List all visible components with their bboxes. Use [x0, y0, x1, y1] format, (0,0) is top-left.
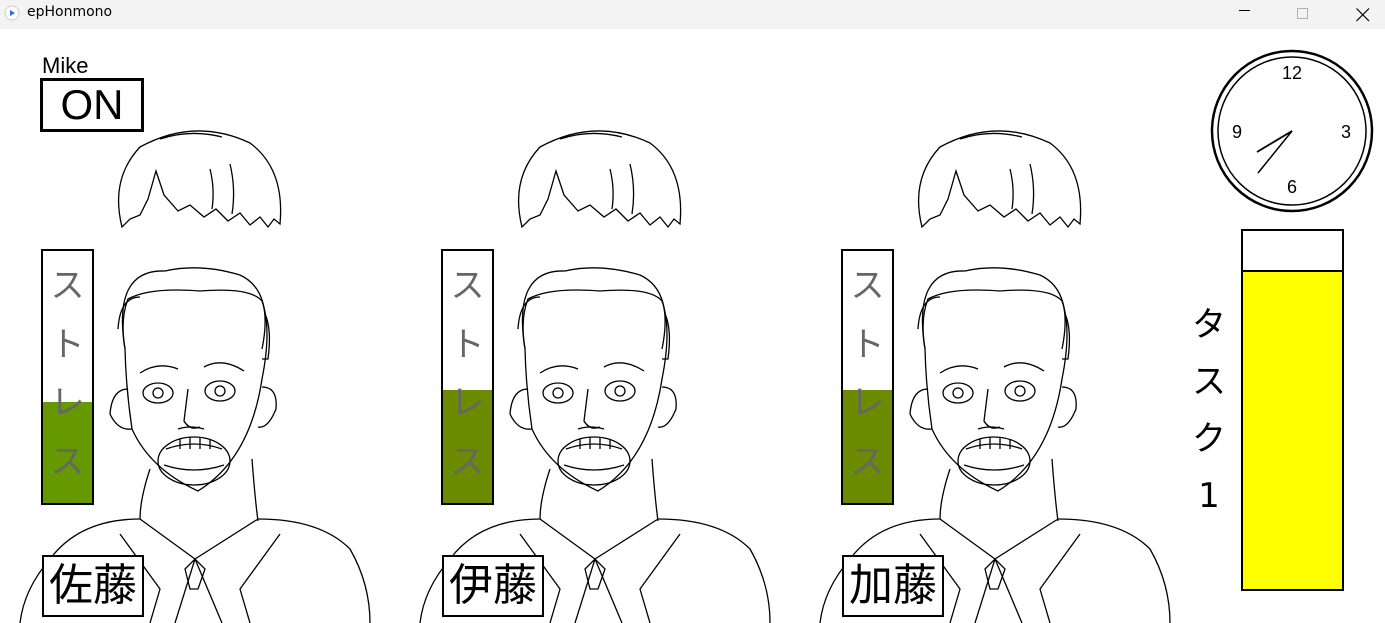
game-area: Mike ON ス ト レ ス 佐藤 ス ト レ ス 伊藤 ス ト レ ス 加藤… — [0, 29, 1385, 623]
stress-label: ス ト レ ス — [850, 266, 885, 482]
stress-meter: ス ト レ ス — [841, 249, 894, 505]
stress-meter: ス ト レ ス — [441, 249, 494, 505]
minimize-button[interactable] — [1222, 0, 1268, 29]
person-name: 加藤 — [842, 555, 944, 617]
person-3[interactable]: ス ト レ ス 加藤 — [800, 29, 1200, 623]
task-label: タ ス ク 1 — [1192, 305, 1226, 516]
clock-number-9: 9 — [1232, 122, 1242, 142]
close-icon — [1356, 8, 1370, 22]
clock-number-12: 12 — [1282, 63, 1302, 83]
clock: 12 3 6 9 — [1210, 49, 1374, 213]
close-button[interactable] — [1339, 0, 1385, 29]
window-titlebar: epHonmono — [0, 0, 1385, 29]
person-2[interactable]: ス ト レ ス 伊藤 — [400, 29, 800, 623]
person-1[interactable]: ス ト レ ス 佐藤 — [0, 29, 400, 623]
task-progress-fill — [1243, 270, 1342, 589]
clock-number-6: 6 — [1287, 177, 1297, 197]
app-icon — [4, 5, 20, 21]
maximize-icon — [1297, 8, 1308, 19]
stress-label: ス ト レ ス — [50, 266, 85, 482]
stress-meter: ス ト レ ス — [41, 249, 94, 505]
person-name: 佐藤 — [42, 555, 144, 617]
window-title: epHonmono — [27, 4, 113, 20]
clock-number-3: 3 — [1341, 122, 1351, 142]
minimize-icon — [1239, 10, 1250, 11]
maximize-button[interactable] — [1280, 0, 1326, 29]
stress-label: ス ト レ ス — [450, 266, 485, 482]
person-name: 伊藤 — [442, 555, 544, 617]
task-progress-meter — [1241, 229, 1344, 591]
